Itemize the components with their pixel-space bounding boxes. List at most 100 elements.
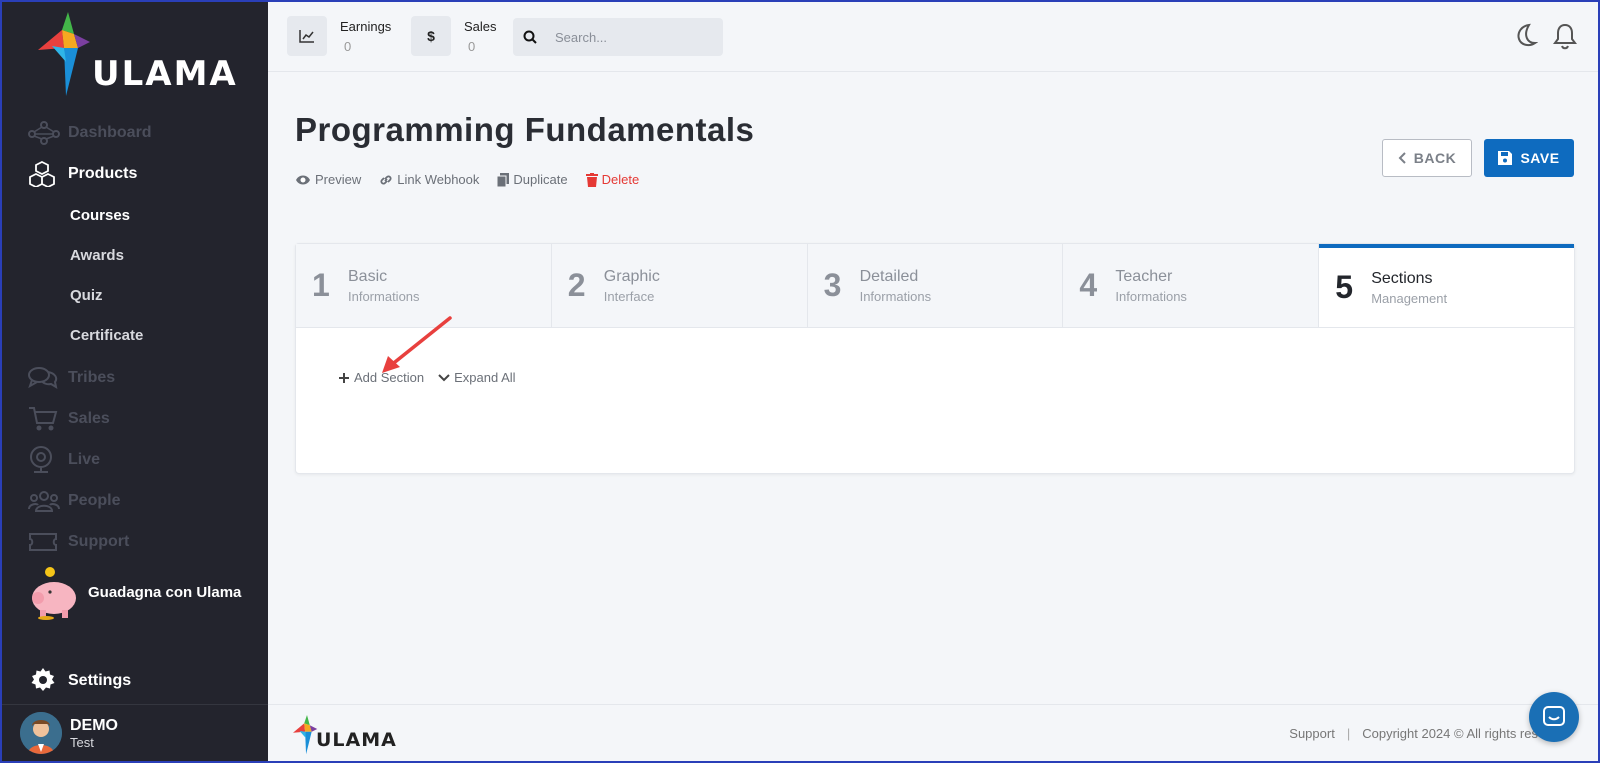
step-graphic[interactable]: 2 Graphic Interface [551, 244, 808, 327]
delete-label: Delete [601, 172, 640, 187]
support-link[interactable]: Support [1289, 726, 1335, 741]
cubes-icon [28, 161, 60, 187]
sidebar-item-settings[interactable]: Settings [30, 668, 131, 694]
plus-icon [339, 372, 349, 383]
sidebar-item-label: Dashboard [68, 124, 152, 141]
promo-link[interactable]: Guadagna con Ulama [26, 564, 241, 620]
sidebar-item-label: Sales [68, 410, 110, 427]
course-editor-card: 1 Basic Informations 2 Graphic Interface… [295, 243, 1575, 474]
duplicate-label: Duplicate [513, 172, 568, 187]
chat-icon [28, 365, 60, 391]
link-webhook-link[interactable]: Link Webhook [379, 172, 479, 187]
save-label: SAVE [1520, 150, 1560, 166]
user-profile[interactable]: DEMO Test [2, 704, 268, 761]
gear-icon [31, 668, 55, 691]
step-subtitle: Informations [348, 288, 420, 304]
footer: ULAMA Support | Copyright 2024 © All rig… [268, 704, 1598, 761]
avatar [20, 712, 62, 754]
earnings-stat[interactable]: Earnings 0 [287, 16, 391, 56]
back-button[interactable]: BACK [1382, 139, 1472, 177]
course-actions: Preview Link Webhook Duplicate Delete [295, 172, 639, 187]
preview-label: Preview [315, 172, 362, 187]
dollar-icon: $ [411, 16, 451, 56]
wizard-steps: 1 Basic Informations 2 Graphic Interface… [296, 244, 1574, 328]
sidebar-item-support[interactable]: Support [28, 527, 129, 557]
sidebar-item-live[interactable]: Live [28, 445, 100, 475]
brand-name: ULAMA [92, 54, 238, 94]
step-title: Sections [1371, 269, 1433, 287]
search-icon [523, 30, 537, 44]
step-title: Basic [348, 267, 388, 285]
sidebar: ULAMA Dashboard Products Courses Awards … [2, 2, 268, 761]
delete-link[interactable]: Delete [585, 172, 640, 187]
floppy-disk-icon [1498, 151, 1513, 165]
search-box [513, 18, 723, 56]
search-input[interactable] [555, 29, 705, 45]
sidebar-item-products[interactable]: Products [28, 159, 137, 189]
back-label: BACK [1413, 150, 1457, 166]
settings-label: Settings [68, 672, 132, 689]
step-subtitle: Informations [859, 288, 932, 304]
step-teacher[interactable]: 4 Teacher Informations [1063, 244, 1320, 327]
duplicate-link[interactable]: Duplicate [497, 172, 568, 187]
footer-separator: | [1346, 726, 1351, 741]
webcam-icon [28, 446, 60, 473]
chat-launcher-button[interactable] [1529, 692, 1579, 742]
expand-all-label: Expand All [454, 370, 516, 385]
sidebar-item-dashboard[interactable]: Dashboard [28, 118, 152, 148]
dark-mode-moon-icon[interactable] [1512, 22, 1538, 48]
chart-line-icon [287, 16, 327, 56]
step-title: Detailed [859, 267, 919, 285]
people-icon [28, 488, 60, 514]
sidebar-item-people[interactable]: People [28, 486, 120, 516]
sidebar-subitem-quiz[interactable]: Quiz [70, 287, 103, 304]
sidebar-item-label: Tribes [68, 369, 116, 386]
sidebar-item-sales[interactable]: Sales [28, 404, 110, 434]
save-button[interactable]: SAVE [1484, 139, 1574, 177]
step-number: 4 [1079, 267, 1098, 303]
promo-label: Guadagna con Ulama [88, 583, 242, 601]
user-subtitle: Test [70, 734, 94, 750]
earnings-label: Earnings [340, 19, 392, 34]
ulama-logo[interactable]: ULAMA [38, 12, 238, 102]
step-subtitle: Informations [1115, 288, 1187, 304]
sales-value: 0 [468, 39, 476, 54]
step-number: 5 [1335, 269, 1353, 305]
link-icon [380, 174, 392, 185]
sidebar-item-label: Support [68, 533, 130, 550]
copyright-text: Copyright 2024 © All rights res [1362, 726, 1538, 741]
piggy-bank-icon [32, 567, 76, 620]
webhook-label: Link Webhook [397, 172, 480, 187]
notification-bell-icon[interactable] [1552, 22, 1578, 50]
page-title: Programming Fundamentals [295, 111, 755, 148]
bird-logo-icon [38, 12, 90, 96]
step-subtitle: Management [1371, 290, 1448, 306]
preview-link[interactable]: Preview [295, 172, 361, 187]
step-subtitle: Interface [603, 288, 655, 304]
cart-icon [28, 406, 60, 432]
sidebar-item-label: Live [68, 451, 101, 468]
sales-stat[interactable]: $ Sales 0 [411, 16, 497, 56]
step-sections[interactable]: 5 Sections Management [1319, 244, 1574, 327]
eye-icon [296, 175, 310, 184]
sidebar-subitem-certificate[interactable]: Certificate [70, 327, 143, 344]
step-title: Teacher [1115, 267, 1173, 285]
step-number: 2 [567, 267, 586, 303]
trash-icon [585, 172, 598, 187]
topbar: Earnings 0 $ Sales 0 [268, 2, 1598, 72]
sidebar-item-label: People [68, 492, 121, 509]
sidebar-item-label: Products [68, 165, 138, 182]
sidebar-subitem-awards[interactable]: Awards [70, 247, 124, 264]
chat-bubble-icon [1543, 706, 1565, 726]
step-basic[interactable]: 1 Basic Informations [296, 244, 552, 327]
step-number: 3 [823, 267, 842, 303]
copy-icon [497, 172, 510, 187]
sidebar-item-tribes[interactable]: Tribes [28, 363, 115, 393]
user-name: DEMO [70, 716, 118, 734]
ticket-icon [28, 529, 60, 555]
step-detailed[interactable]: 3 Detailed Informations [807, 244, 1064, 327]
earnings-value: 0 [344, 39, 352, 54]
dashboard-icon [28, 120, 60, 146]
sidebar-subitem-courses[interactable]: Courses [70, 207, 130, 224]
footer-brand-name: ULAMA [316, 729, 397, 751]
